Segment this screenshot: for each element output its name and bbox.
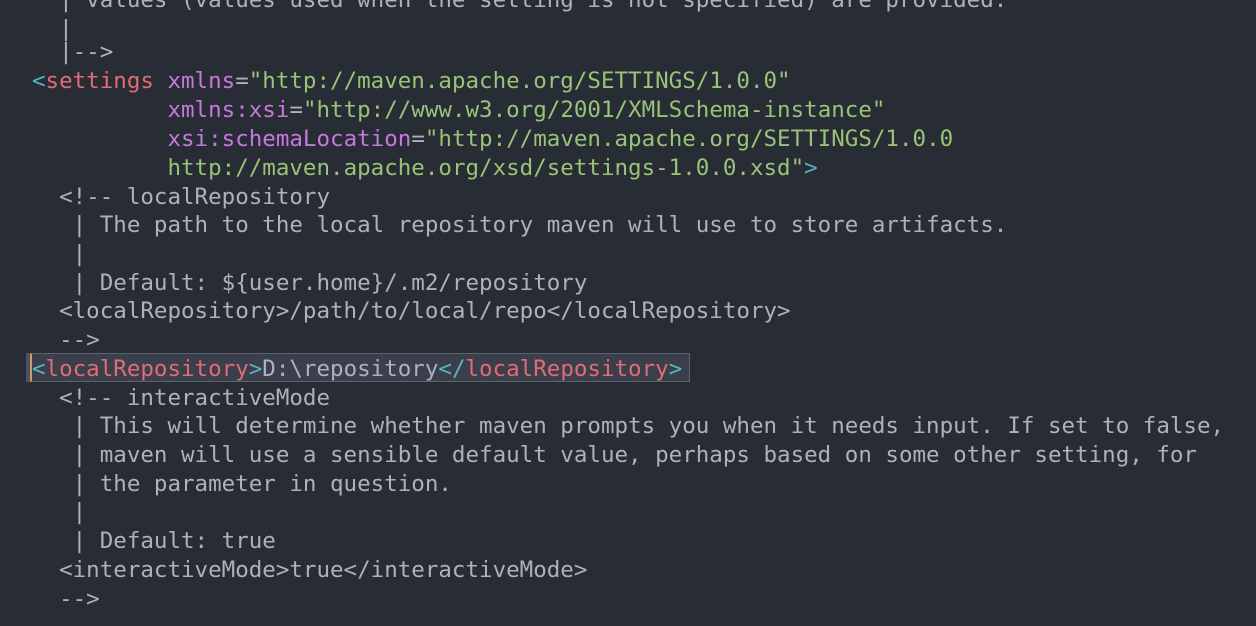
code-line-comment-end[interactable]: -->	[32, 585, 100, 614]
tag-bracket: >	[248, 356, 263, 382]
code-line-comment[interactable]: | maven will use a sensible default valu…	[32, 441, 1197, 470]
xmlns-xsi-value: "http://www.w3.org/2001/XMLSchema-instan…	[302, 97, 886, 123]
schema-location-value-1: "http://maven.apache.org/SETTINGS/1.0.0	[424, 126, 954, 152]
schema-location-value-2: http://maven.apache.org/xsd/settings-1.0…	[167, 155, 805, 181]
code-line-schema-location[interactable]: xsi:schemaLocation="http://maven.apache.…	[32, 125, 953, 154]
code-line-comment[interactable]: <!-- localRepository	[32, 183, 330, 212]
code-line-comment[interactable]: | This will determine whether maven prom…	[32, 412, 1224, 441]
tag-bracket: >	[804, 155, 818, 181]
code-line-comment[interactable]: <localRepository>/path/to/local/repo</lo…	[32, 297, 791, 326]
code-line-comment[interactable]: | values (values used when the setting i…	[32, 0, 1007, 15]
code-line-xmlns-xsi[interactable]: xmlns:xsi="http://www.w3.org/2001/XMLSch…	[32, 96, 885, 125]
code-line-comment[interactable]: | The path to the local repository maven…	[32, 211, 1008, 240]
code-line-comment[interactable]: |	[32, 498, 87, 527]
tag-bracket: </	[438, 356, 466, 382]
local-repository-open-tag: localRepository	[45, 356, 249, 382]
code-line-settings-open[interactable]: <settings xmlns="http://maven.apache.org…	[32, 67, 791, 96]
code-line-comment-end[interactable]: |-->	[32, 38, 113, 67]
code-line-comment[interactable]: | Default: true	[32, 527, 276, 556]
local-repository-close-tag: localRepository	[465, 356, 669, 382]
tag-bracket: >	[668, 356, 683, 382]
tag-bracket: <	[32, 356, 46, 382]
settings-tag-name: settings	[45, 68, 154, 94]
editor-gutter	[0, 0, 30, 626]
local-repository-value: D:\repository	[262, 356, 439, 382]
code-line-schema-location-cont[interactable]: http://maven.apache.org/xsd/settings-1.0…	[32, 154, 818, 183]
tag-bracket: <	[32, 68, 46, 94]
code-line-comment[interactable]: |	[32, 240, 87, 269]
code-line-local-repository[interactable]: <localRepository>D:\repository</localRep…	[32, 355, 682, 384]
xmlns-attr: xmlns	[167, 68, 236, 94]
code-line-comment-end[interactable]: -->	[32, 326, 100, 355]
xmlns-value: "http://maven.apache.org/SETTINGS/1.0.0"	[248, 68, 791, 94]
code-line-comment[interactable]: | Default: ${user.home}/.m2/repository	[32, 269, 588, 298]
schema-location-attr: xsi:schemaLocation	[167, 126, 412, 152]
code-line-comment[interactable]: <interactiveMode>true</interactiveMode>	[32, 556, 587, 585]
code-line-comment[interactable]: | the parameter in question.	[32, 470, 452, 499]
code-editor[interactable]: | values (values used when the setting i…	[0, 0, 1256, 626]
code-line-comment[interactable]: <!-- interactiveMode	[32, 384, 330, 413]
xmlns-xsi-attr: xmlns:xsi	[167, 97, 290, 123]
